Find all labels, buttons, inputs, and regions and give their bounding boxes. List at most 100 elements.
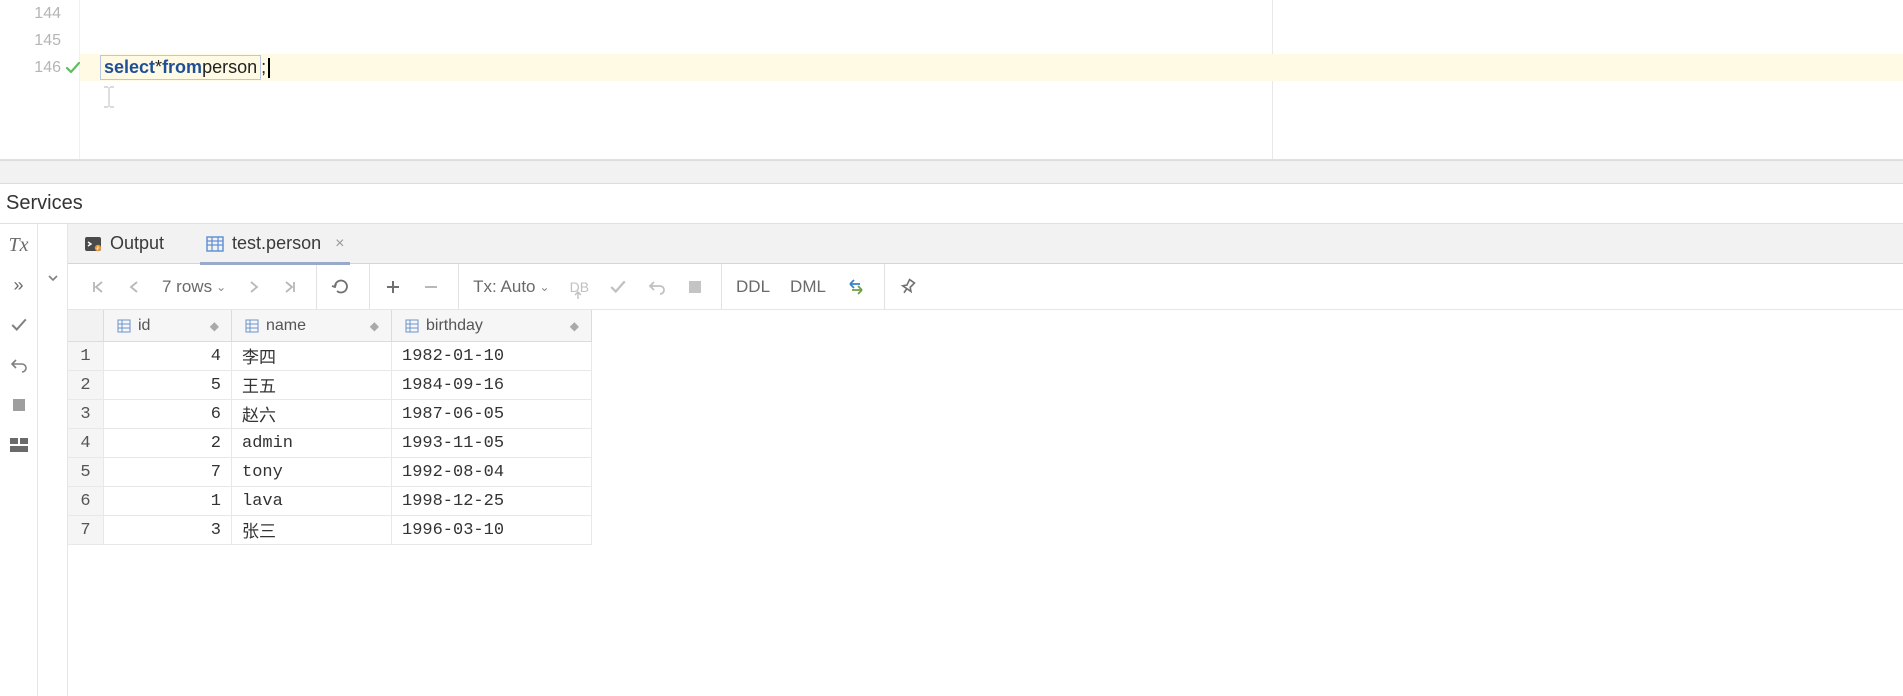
layout-icon[interactable]	[6, 432, 32, 458]
sql-keyword: from	[162, 57, 202, 78]
cell-birthday[interactable]: 1992-08-04	[392, 458, 592, 486]
cell-name[interactable]: 张三	[232, 516, 392, 544]
tab-result[interactable]: test.person ×	[200, 224, 350, 264]
cell-birthday[interactable]: 1987-06-05	[392, 400, 592, 428]
table-header: id ◆ name ◆ birthday ◆	[68, 310, 592, 342]
column-header-birthday[interactable]: birthday ◆	[392, 310, 592, 341]
sql-keyword: select	[104, 57, 155, 78]
cell-birthday[interactable]: 1984-09-16	[392, 371, 592, 399]
sort-icon[interactable]: ◆	[370, 319, 379, 333]
table-row[interactable]: 36赵六1987-06-05	[68, 400, 592, 429]
cell-id[interactable]: 2	[104, 429, 232, 457]
code-line[interactable]	[80, 27, 1903, 54]
services-panel-title: Services	[0, 184, 1903, 224]
sort-icon[interactable]: ◆	[210, 319, 219, 333]
code-editor[interactable]: 144 145 146 select * from person ;	[0, 0, 1903, 160]
undo-icon[interactable]	[6, 352, 32, 378]
compare-icon[interactable]	[842, 273, 870, 301]
dml-button[interactable]: DML	[786, 273, 830, 301]
table-icon	[206, 235, 224, 253]
row-count-button[interactable]: 7 rows⌄	[158, 273, 230, 301]
column-label: id	[138, 317, 150, 335]
tab-output[interactable]: Output	[78, 224, 170, 264]
cell-id[interactable]: 3	[104, 516, 232, 544]
column-header-name[interactable]: name ◆	[232, 310, 392, 341]
row-number-cell: 2	[68, 371, 104, 399]
cell-id[interactable]: 1	[104, 487, 232, 515]
first-page-icon[interactable]	[86, 273, 110, 301]
sort-icon[interactable]: ◆	[570, 319, 579, 333]
expand-button[interactable]: »	[6, 272, 32, 298]
splitter[interactable]	[0, 160, 1903, 184]
column-label: birthday	[426, 317, 483, 335]
tx-mode-button[interactable]: Tx	[6, 232, 32, 258]
result-toolbar: 7 rows⌄ Tx: Auto⌄ DB	[68, 264, 1903, 310]
sql-statement-box[interactable]: select * from person	[100, 55, 261, 80]
check-icon[interactable]	[6, 312, 32, 338]
close-tab-icon[interactable]: ×	[335, 235, 344, 253]
row-number-cell: 6	[68, 487, 104, 515]
line-number: 144	[0, 0, 79, 27]
refresh-icon[interactable]	[327, 273, 355, 301]
code-line-active[interactable]: select * from person ;	[80, 54, 1903, 81]
row-number-cell: 1	[68, 342, 104, 370]
collapse-splitter[interactable]	[38, 224, 68, 696]
ibeam-cursor-icon	[102, 85, 116, 109]
cell-id[interactable]: 5	[104, 371, 232, 399]
column-label: name	[266, 317, 306, 335]
ddl-button[interactable]: DDL	[732, 273, 774, 301]
code-line[interactable]	[80, 0, 1903, 27]
editor-content[interactable]: select * from person ;	[80, 0, 1903, 159]
cell-name[interactable]: lava	[232, 487, 392, 515]
table-row[interactable]: 42admin1993-11-05	[68, 429, 592, 458]
cell-birthday[interactable]: 1982-01-10	[392, 342, 592, 370]
sql-text: *	[155, 57, 162, 78]
line-number: 146	[0, 54, 79, 81]
row-number-header[interactable]	[68, 310, 104, 341]
tab-bar: Output test.person ×	[68, 224, 1903, 264]
cell-name[interactable]: 李四	[232, 342, 392, 370]
table-row[interactable]: 14李四1982-01-10	[68, 342, 592, 371]
column-header-id[interactable]: id ◆	[104, 310, 232, 341]
prev-page-icon[interactable]	[122, 273, 146, 301]
table-row[interactable]: 61lava1998-12-25	[68, 487, 592, 516]
cell-id[interactable]: 7	[104, 458, 232, 486]
table-row[interactable]: 25王五1984-09-16	[68, 371, 592, 400]
cell-name[interactable]: 赵六	[232, 400, 392, 428]
cell-id[interactable]: 4	[104, 342, 232, 370]
cell-name[interactable]: admin	[232, 429, 392, 457]
cell-birthday[interactable]: 1998-12-25	[392, 487, 592, 515]
rollback-icon[interactable]	[643, 273, 671, 301]
tx-mode-dropdown[interactable]: Tx: Auto⌄	[469, 273, 553, 301]
next-page-icon[interactable]	[242, 273, 266, 301]
chevron-down-icon[interactable]	[43, 272, 63, 284]
row-number-cell: 7	[68, 516, 104, 544]
cell-birthday[interactable]: 1996-03-10	[392, 516, 592, 544]
table-row[interactable]: 73张三1996-03-10	[68, 516, 592, 545]
row-number-cell: 3	[68, 400, 104, 428]
table-inner: id ◆ name ◆ birthday ◆ 14李四1982-0	[68, 310, 592, 545]
results-panel: Output test.person × 7 rows⌄	[68, 224, 1903, 696]
db-upload-icon[interactable]: DB	[566, 273, 593, 301]
cell-name[interactable]: tony	[232, 458, 392, 486]
sql-table: person	[202, 57, 257, 78]
stop-query-icon[interactable]	[683, 273, 707, 301]
table-row[interactable]: 57tony1992-08-04	[68, 458, 592, 487]
column-icon	[116, 318, 132, 334]
tab-label: test.person	[232, 233, 321, 254]
column-icon	[404, 318, 420, 334]
commit-icon[interactable]	[605, 273, 631, 301]
pin-icon[interactable]	[895, 273, 921, 301]
left-tool-strip: Tx »	[0, 224, 38, 696]
add-row-icon[interactable]	[380, 273, 406, 301]
table-body: 14李四1982-01-1025王五1984-09-1636赵六1987-06-…	[68, 342, 592, 545]
stop-icon[interactable]	[6, 392, 32, 418]
result-table[interactable]: id ◆ name ◆ birthday ◆ 14李四1982-0	[68, 310, 1903, 545]
cell-birthday[interactable]: 1993-11-05	[392, 429, 592, 457]
cell-name[interactable]: 王五	[232, 371, 392, 399]
console-icon	[84, 235, 102, 253]
row-number-cell: 5	[68, 458, 104, 486]
cell-id[interactable]: 6	[104, 400, 232, 428]
last-page-icon[interactable]	[278, 273, 302, 301]
remove-row-icon[interactable]	[418, 273, 444, 301]
